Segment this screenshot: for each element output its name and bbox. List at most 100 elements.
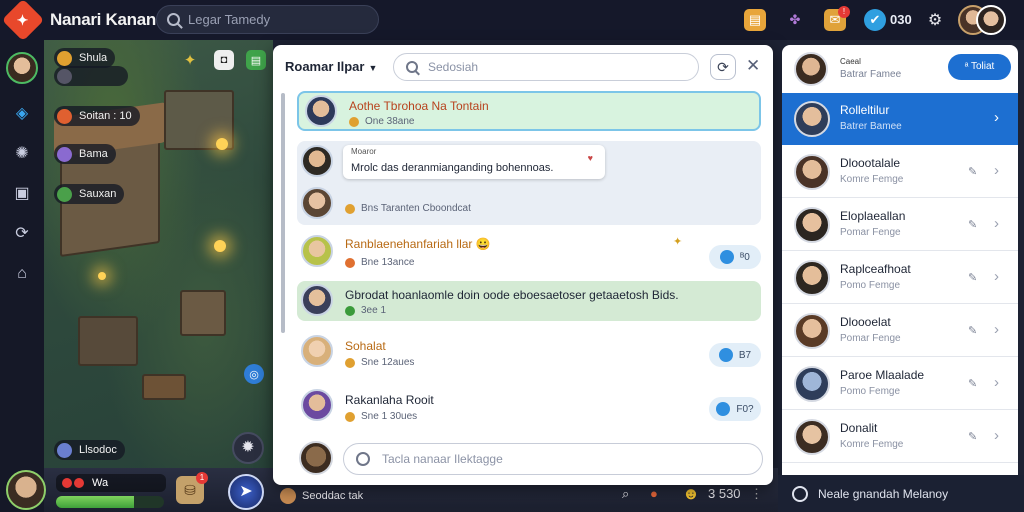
- friend-item[interactable]: Paroe Mlaalade Pomo Femge ✎ ›: [782, 358, 1018, 410]
- chat-search-input[interactable]: Sedosiah: [393, 53, 699, 81]
- chat-row[interactable]: Rakanlaha Rooit Sne 1 30ues F0?: [297, 385, 761, 429]
- bottom-label-text: Seoddac tak: [302, 490, 364, 502]
- chevron-right-icon[interactable]: ›: [994, 268, 999, 285]
- chevron-right-icon[interactable]: ›: [994, 427, 999, 444]
- chevron-right-icon[interactable]: ›: [994, 162, 999, 179]
- add-friend-button[interactable]: ᵃ Toliat: [948, 54, 1011, 80]
- chevron-down-icon: ▼: [368, 63, 378, 73]
- avatar[interactable]: [299, 441, 333, 475]
- new-message-label: Neale gnandah Melanoy: [818, 486, 949, 501]
- edit-icon[interactable]: ✎: [968, 218, 977, 231]
- friend-item[interactable]: Dloooelat Pomar Fenge ✎ ›: [782, 305, 1018, 357]
- hud-stat-label: Sauxan: [79, 188, 117, 200]
- map-icon[interactable]: ✺: [12, 144, 32, 164]
- guild-icon[interactable]: ✤: [784, 9, 806, 31]
- home-icon[interactable]: ⌂: [12, 264, 32, 284]
- top-search-placeholder: Legar Tamedy: [188, 12, 271, 27]
- hud-stat[interactable]: Shula: [54, 48, 116, 68]
- chat-row[interactable]: Moaror Mrolc das deranmianganding bohenn…: [297, 141, 761, 225]
- chevron-right-icon[interactable]: ›: [994, 215, 999, 232]
- reaction-pill[interactable]: B7: [709, 343, 761, 367]
- torch: [214, 240, 226, 252]
- message-meta: Bns Taranten Cboondcat: [345, 203, 471, 214]
- friend-status: Pomo Femge: [840, 280, 901, 291]
- heart-icon[interactable]: ♥: [588, 153, 593, 163]
- quest-icon[interactable]: ◈: [12, 104, 32, 124]
- quest-board-icon[interactable]: ◘: [214, 50, 234, 70]
- edit-icon[interactable]: ✎: [968, 324, 977, 337]
- hud-stat[interactable]: Sauxan: [54, 184, 125, 204]
- avatar[interactable]: [301, 235, 333, 267]
- header-subtitle: Batrar Famee: [840, 69, 902, 80]
- top-bar: ✦ Nanari Kanan Legar Tamedy ▤ ✤ ✉ ! ✔ 03…: [0, 0, 1024, 42]
- rail-avatar[interactable]: [6, 52, 38, 84]
- avatar: [794, 207, 830, 243]
- friend-item[interactable]: Dloootalale Komre Femge ✎ ›: [782, 146, 1018, 198]
- scroll-icon[interactable]: ▤: [744, 9, 766, 31]
- refresh-button[interactable]: ⟳: [710, 54, 736, 80]
- chat-row[interactable]: Ranblaenehanfariah llar 😀 Bne 13ance ✦ ᴮ…: [297, 231, 761, 275]
- online-icon: [345, 305, 355, 316]
- gear-icon[interactable]: ✹: [232, 432, 264, 464]
- vip-icon[interactable]: ✔: [864, 9, 886, 31]
- hud-stat[interactable]: Soitan : 10: [54, 106, 140, 126]
- avatar[interactable]: [301, 187, 333, 219]
- target-icon[interactable]: ◎: [244, 364, 264, 384]
- scrollbar[interactable]: [281, 93, 285, 333]
- friend-status: Komre Femge: [840, 174, 904, 185]
- sun-icon[interactable]: ✦: [180, 50, 200, 70]
- friend-item[interactable]: Rolleltilur Batrer Bamee ›: [782, 93, 1018, 145]
- friend-name: Raplceafhoat: [840, 262, 911, 276]
- friend-status: Pomar Fenge: [840, 227, 901, 238]
- reaction-pill[interactable]: F0?: [709, 397, 761, 421]
- search-icon[interactable]: ⌕: [622, 486, 629, 502]
- close-button[interactable]: ✕: [746, 56, 760, 76]
- map-toggle-icon[interactable]: ▤: [246, 50, 266, 70]
- chat-row[interactable]: Aothe Tbrohoa Na Tontain One 38ane: [297, 91, 761, 131]
- location-badge[interactable]: Llsodoc: [54, 440, 125, 460]
- reaction-pill[interactable]: ᴮ0: [709, 245, 761, 269]
- reaction-count: B7: [738, 349, 752, 361]
- friend-item[interactable]: Raplceafhoat Pomo Femge ✎ ›: [782, 252, 1018, 304]
- avatar[interactable]: [301, 284, 333, 316]
- edit-icon[interactable]: ✎: [968, 430, 977, 443]
- top-search-input[interactable]: Legar Tamedy: [156, 5, 379, 34]
- avatar[interactable]: [301, 335, 333, 367]
- friend-status: Komre Femge: [840, 439, 904, 450]
- edit-icon[interactable]: ✎: [968, 165, 977, 178]
- emoji-icon: [349, 116, 359, 127]
- new-message-button[interactable]: Neale gnandah Melanoy: [778, 475, 1024, 512]
- chevron-right-icon[interactable]: ›: [994, 321, 999, 338]
- player-avatar[interactable]: [976, 5, 1006, 35]
- app-logo[interactable]: ✦: [1, 0, 45, 42]
- chat-row[interactable]: Sohalat Sne 12aues B7: [297, 331, 761, 375]
- avatar[interactable]: [301, 145, 333, 177]
- potion-icon[interactable]: ●: [650, 486, 658, 501]
- friend-list-header: Caeal Batrar Famee ᵃ Toliat: [782, 45, 1018, 93]
- friend-item[interactable]: Eloplaeallan Pomar Fenge ✎ ›: [782, 199, 1018, 251]
- more-icon[interactable]: ⋮: [750, 486, 763, 502]
- edit-icon[interactable]: ✎: [968, 377, 977, 390]
- heart-icon: [62, 478, 72, 488]
- chevron-right-icon[interactable]: ›: [994, 374, 999, 391]
- message-text: Aothe Tbrohoa Na Tontain: [349, 99, 489, 113]
- avatar: [794, 366, 830, 402]
- emoji-icon[interactable]: ☻: [682, 484, 700, 504]
- edit-icon[interactable]: ✎: [968, 271, 977, 284]
- hud-stat[interactable]: Bama: [54, 144, 116, 164]
- player-portrait[interactable]: [6, 470, 46, 510]
- avatar[interactable]: [794, 52, 828, 86]
- compass-icon[interactable]: ➤: [228, 474, 264, 510]
- chevron-right-icon[interactable]: ›: [994, 109, 999, 126]
- settings-icon[interactable]: ⚙: [924, 9, 946, 31]
- avatar[interactable]: [305, 95, 337, 127]
- meta-text: Sne 1 30ues: [361, 411, 418, 422]
- chat-row[interactable]: Gbrodat hoanlaomle doin oode eboesaetose…: [297, 281, 761, 321]
- avatar[interactable]: [301, 389, 333, 421]
- book-icon[interactable]: ▣: [12, 184, 32, 204]
- share-icon[interactable]: ⟳: [12, 224, 32, 244]
- chat-header: Roamar Ilpar ▼ Sedosiah ⟳ ✕: [273, 45, 773, 89]
- friend-item[interactable]: Donalit Komre Femge ✎ ›: [782, 411, 1018, 463]
- message-composer[interactable]: Tacla nanaar Ilektagge: [343, 443, 763, 475]
- room-selector[interactable]: Roamar Ilpar ▼: [285, 59, 377, 74]
